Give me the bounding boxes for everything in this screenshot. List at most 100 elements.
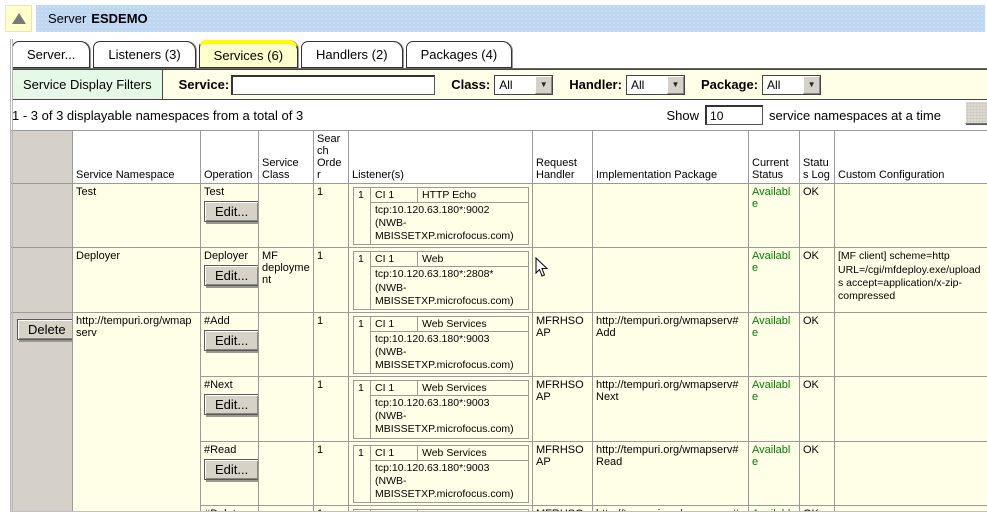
listener-endpoint: tcp:10.120.63.180*:9002 (NWB-MBISSETXP.m… (371, 203, 529, 245)
operation-name: #Add (204, 315, 230, 327)
service-class-cell: MF deployment (259, 248, 314, 312)
filter-bar-title: Service Display Filters (13, 70, 163, 99)
namespace-cell: Test (73, 184, 201, 248)
listener-number: 1 (354, 252, 371, 309)
listener-host: (NWB-MBISSETXP.microfocus.com) (375, 475, 524, 501)
col-status-log: Status Log (800, 131, 835, 184)
class-filter-label: Class: (451, 77, 490, 92)
listener-address: tcp:10.120.63.180*:9003 (375, 333, 524, 346)
edit-button[interactable]: Edit... (204, 394, 259, 415)
search-order-cell: 1 (314, 312, 349, 376)
tab-packages[interactable]: Packages (4) (406, 41, 513, 68)
listener-mini-table: 1 CI 1 Web Services tcp:10.120.63.180*:9… (353, 445, 529, 503)
operation-cell: Deployer Edit... (201, 248, 259, 312)
table-row: Test Test Edit... 1 1 CI 1 HTTP Echo (11, 184, 987, 248)
request-handler-cell: MFRHSOAP (533, 312, 593, 376)
services-table: Service Namespace Operation Service Clas… (10, 130, 987, 512)
listener-host: (NWB-MBISSETXP.microfocus.com) (375, 410, 524, 436)
namespace-cell: Deployer (73, 248, 201, 312)
listener-address: tcp:10.120.63.180*:2808* (375, 268, 524, 281)
implementation-cell (593, 248, 749, 312)
chevron-down-icon[interactable]: ▼ (803, 76, 820, 94)
status-log-cell: OK (800, 184, 835, 248)
tab-listeners[interactable]: Listeners (3) (93, 41, 195, 68)
tab-handlers[interactable]: Handlers (2) (301, 41, 403, 68)
action-cell (11, 184, 73, 248)
service-filter-input[interactable] (231, 75, 435, 95)
class-filter-select[interactable]: All ▼ (494, 75, 553, 95)
status-log-cell: OK (800, 248, 835, 312)
status-log-cell: OK (800, 312, 835, 376)
server-header: Server ESDEMO (5, 5, 985, 32)
collapse-button[interactable] (5, 5, 32, 32)
listener-mini-table: 1 CI 1 Web Services tcp:10.120.63.180*:9… (353, 380, 529, 438)
edit-button[interactable]: Edit... (204, 330, 259, 351)
operation-cell: #Read Edit... (201, 441, 259, 505)
chevron-down-icon[interactable]: ▼ (667, 76, 684, 94)
listener-number: 1 (354, 188, 371, 245)
listener-mini-table: 1 CI 1 Web tcp:10.120.63.180*:2808* (NWB… (353, 251, 529, 309)
col-action (11, 131, 73, 184)
handler-filter-select[interactable]: All ▼ (626, 75, 685, 95)
listener-conversation: CI 1 (371, 316, 418, 331)
listener-cell: 1 CI 1 Web tcp:10.120.63.180*:2808* (NWB… (349, 248, 533, 312)
implementation-cell (593, 184, 749, 248)
services-admin-page: Server ESDEMO Server... Listeners (3) Se… (0, 5, 987, 512)
listener-address: tcp:10.120.63.180*:9003 (375, 462, 524, 475)
request-handler-cell: MFRHSOAP (533, 441, 593, 505)
custom-config-cell (835, 184, 987, 248)
implementation-cell: http://tempuri.org/wmapserv#Next (593, 377, 749, 441)
listener-endpoint: tcp:10.120.63.180*:9003 (NWB-MBISSETXP.m… (371, 396, 529, 438)
table-header-row: Service Namespace Operation Service Clas… (11, 131, 987, 184)
service-class-cell (259, 312, 314, 376)
action-cell: Delete (11, 312, 73, 512)
status-cell: Available (749, 377, 800, 441)
col-request-handler: Request Handler (533, 131, 593, 184)
tab-services[interactable]: Services (6) (199, 40, 298, 68)
package-filter-label: Package: (701, 77, 758, 92)
operation-name: #Read (204, 444, 236, 456)
listener-endpoint: tcp:10.120.63.180*:9003 (NWB-MBISSETXP.m… (371, 460, 529, 502)
tab-server[interactable]: Server... (12, 41, 90, 68)
col-custom-configuration: Custom Configuration (835, 131, 987, 184)
show-label: Show (667, 108, 700, 123)
search-order-cell: 1 (314, 248, 349, 312)
package-filter-select[interactable]: All ▼ (762, 75, 821, 95)
operation-cell: Test Edit... (201, 184, 259, 248)
status-log-cell: OK (800, 377, 835, 441)
custom-config-cell (835, 312, 987, 376)
server-titlebar: Server ESDEMO (36, 5, 985, 32)
implementation-cell: http://tempuri.org/wmapserv#Add (593, 312, 749, 376)
chevron-down-icon[interactable]: ▼ (535, 76, 552, 94)
col-service-class: Service Class (259, 131, 314, 184)
operation-cell: #Add Edit... (201, 312, 259, 376)
show-count-input[interactable] (705, 105, 763, 125)
listener-mini-table: 1 CI 1 HTTP Echo tcp:10.120.63.180*:9002… (353, 187, 529, 245)
edit-button[interactable]: Edit... (204, 459, 259, 480)
refresh-button-partial[interactable] (965, 101, 987, 124)
edit-button[interactable]: Edit... (204, 201, 259, 222)
delete-button[interactable]: Delete (17, 319, 73, 340)
service-class-cell (259, 184, 314, 248)
namespace-cell: http://tempuri.org/wmapserv (73, 312, 201, 512)
col-listeners: Listener(s) (349, 131, 533, 184)
operation-cell: #Next Edit... (201, 377, 259, 441)
col-search-order: Search Order (314, 131, 349, 184)
operation-name: Deployer (204, 250, 248, 262)
status-log-cell: OK (800, 441, 835, 505)
custom-config-cell (835, 377, 987, 441)
col-current-status: Current Status (749, 131, 800, 184)
status-cell: Available (749, 248, 800, 312)
listener-conversation: CI 1 (371, 188, 418, 203)
edit-button[interactable]: Edit... (204, 265, 259, 286)
custom-config-cell: [MF client] scheme=http URL=/cgi/mfdeplo… (835, 248, 987, 312)
implementation-cell: http://tempuri.org/wmapserv#Read (593, 441, 749, 505)
pagination-row: 1 - 3 of 3 displayable namespaces from a… (12, 100, 987, 130)
custom-config-cell (835, 441, 987, 505)
operation-name: #Next (204, 379, 233, 391)
class-filter-value: All (495, 78, 535, 92)
handler-filter-value: All (627, 78, 667, 92)
operation-name: Test (204, 186, 224, 198)
col-operation: Operation (201, 131, 259, 184)
col-service-namespace: Service Namespace (73, 131, 201, 184)
